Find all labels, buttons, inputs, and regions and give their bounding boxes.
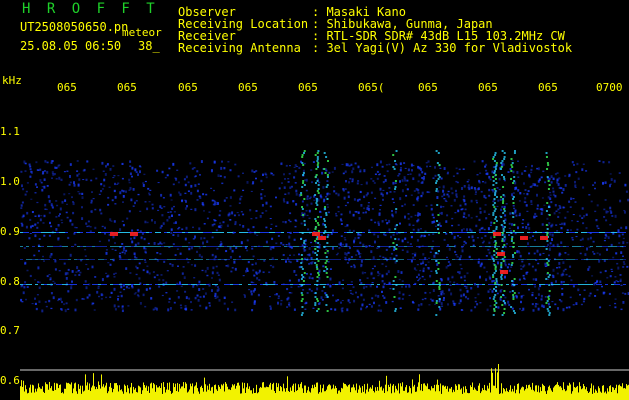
freq-tick: 0.8 [0,275,20,288]
time-tick: 0700 [596,81,623,94]
file-name: UT2508050650.pn [20,20,129,34]
time-tick: 065 [238,81,258,94]
freq-tick: 1.1 [0,125,20,138]
freq-tick: 0.9 [0,225,20,238]
time-tick: 065 [178,81,198,94]
hrofft-screen: H R O F F T UT2508050650.pn meteor 25.08… [0,0,629,400]
time-tick: 065 [57,81,77,94]
time-tick: 065 [538,81,558,94]
meta-label: Receiving Antenna [178,41,301,55]
time-tick: 065 [418,81,438,94]
meta-value: : 3el Yagi(V) Az 330 for Vladivostok [312,41,573,55]
meteor-count: 38_ [138,39,160,53]
app-title: H R O F F T [22,1,159,17]
freq-tick: 1.0 [0,175,20,188]
time-tick: 065 [478,81,498,94]
spectrogram [0,0,629,400]
freq-tick: 0.7 [0,324,20,337]
freq-tick: 0.6 [0,374,20,387]
time-tick: 065 [298,81,318,94]
axis-unit-label: kHz [2,74,22,87]
date-time: 25.08.05 06:50 [20,39,122,53]
meta-row-antenna: Receiving Antenna : 3el Yagi(V) Az 330 fo… [178,42,572,54]
time-tick: 065 [117,81,137,94]
time-tick: 065( [358,81,385,94]
meteor-label: meteor [122,26,162,39]
